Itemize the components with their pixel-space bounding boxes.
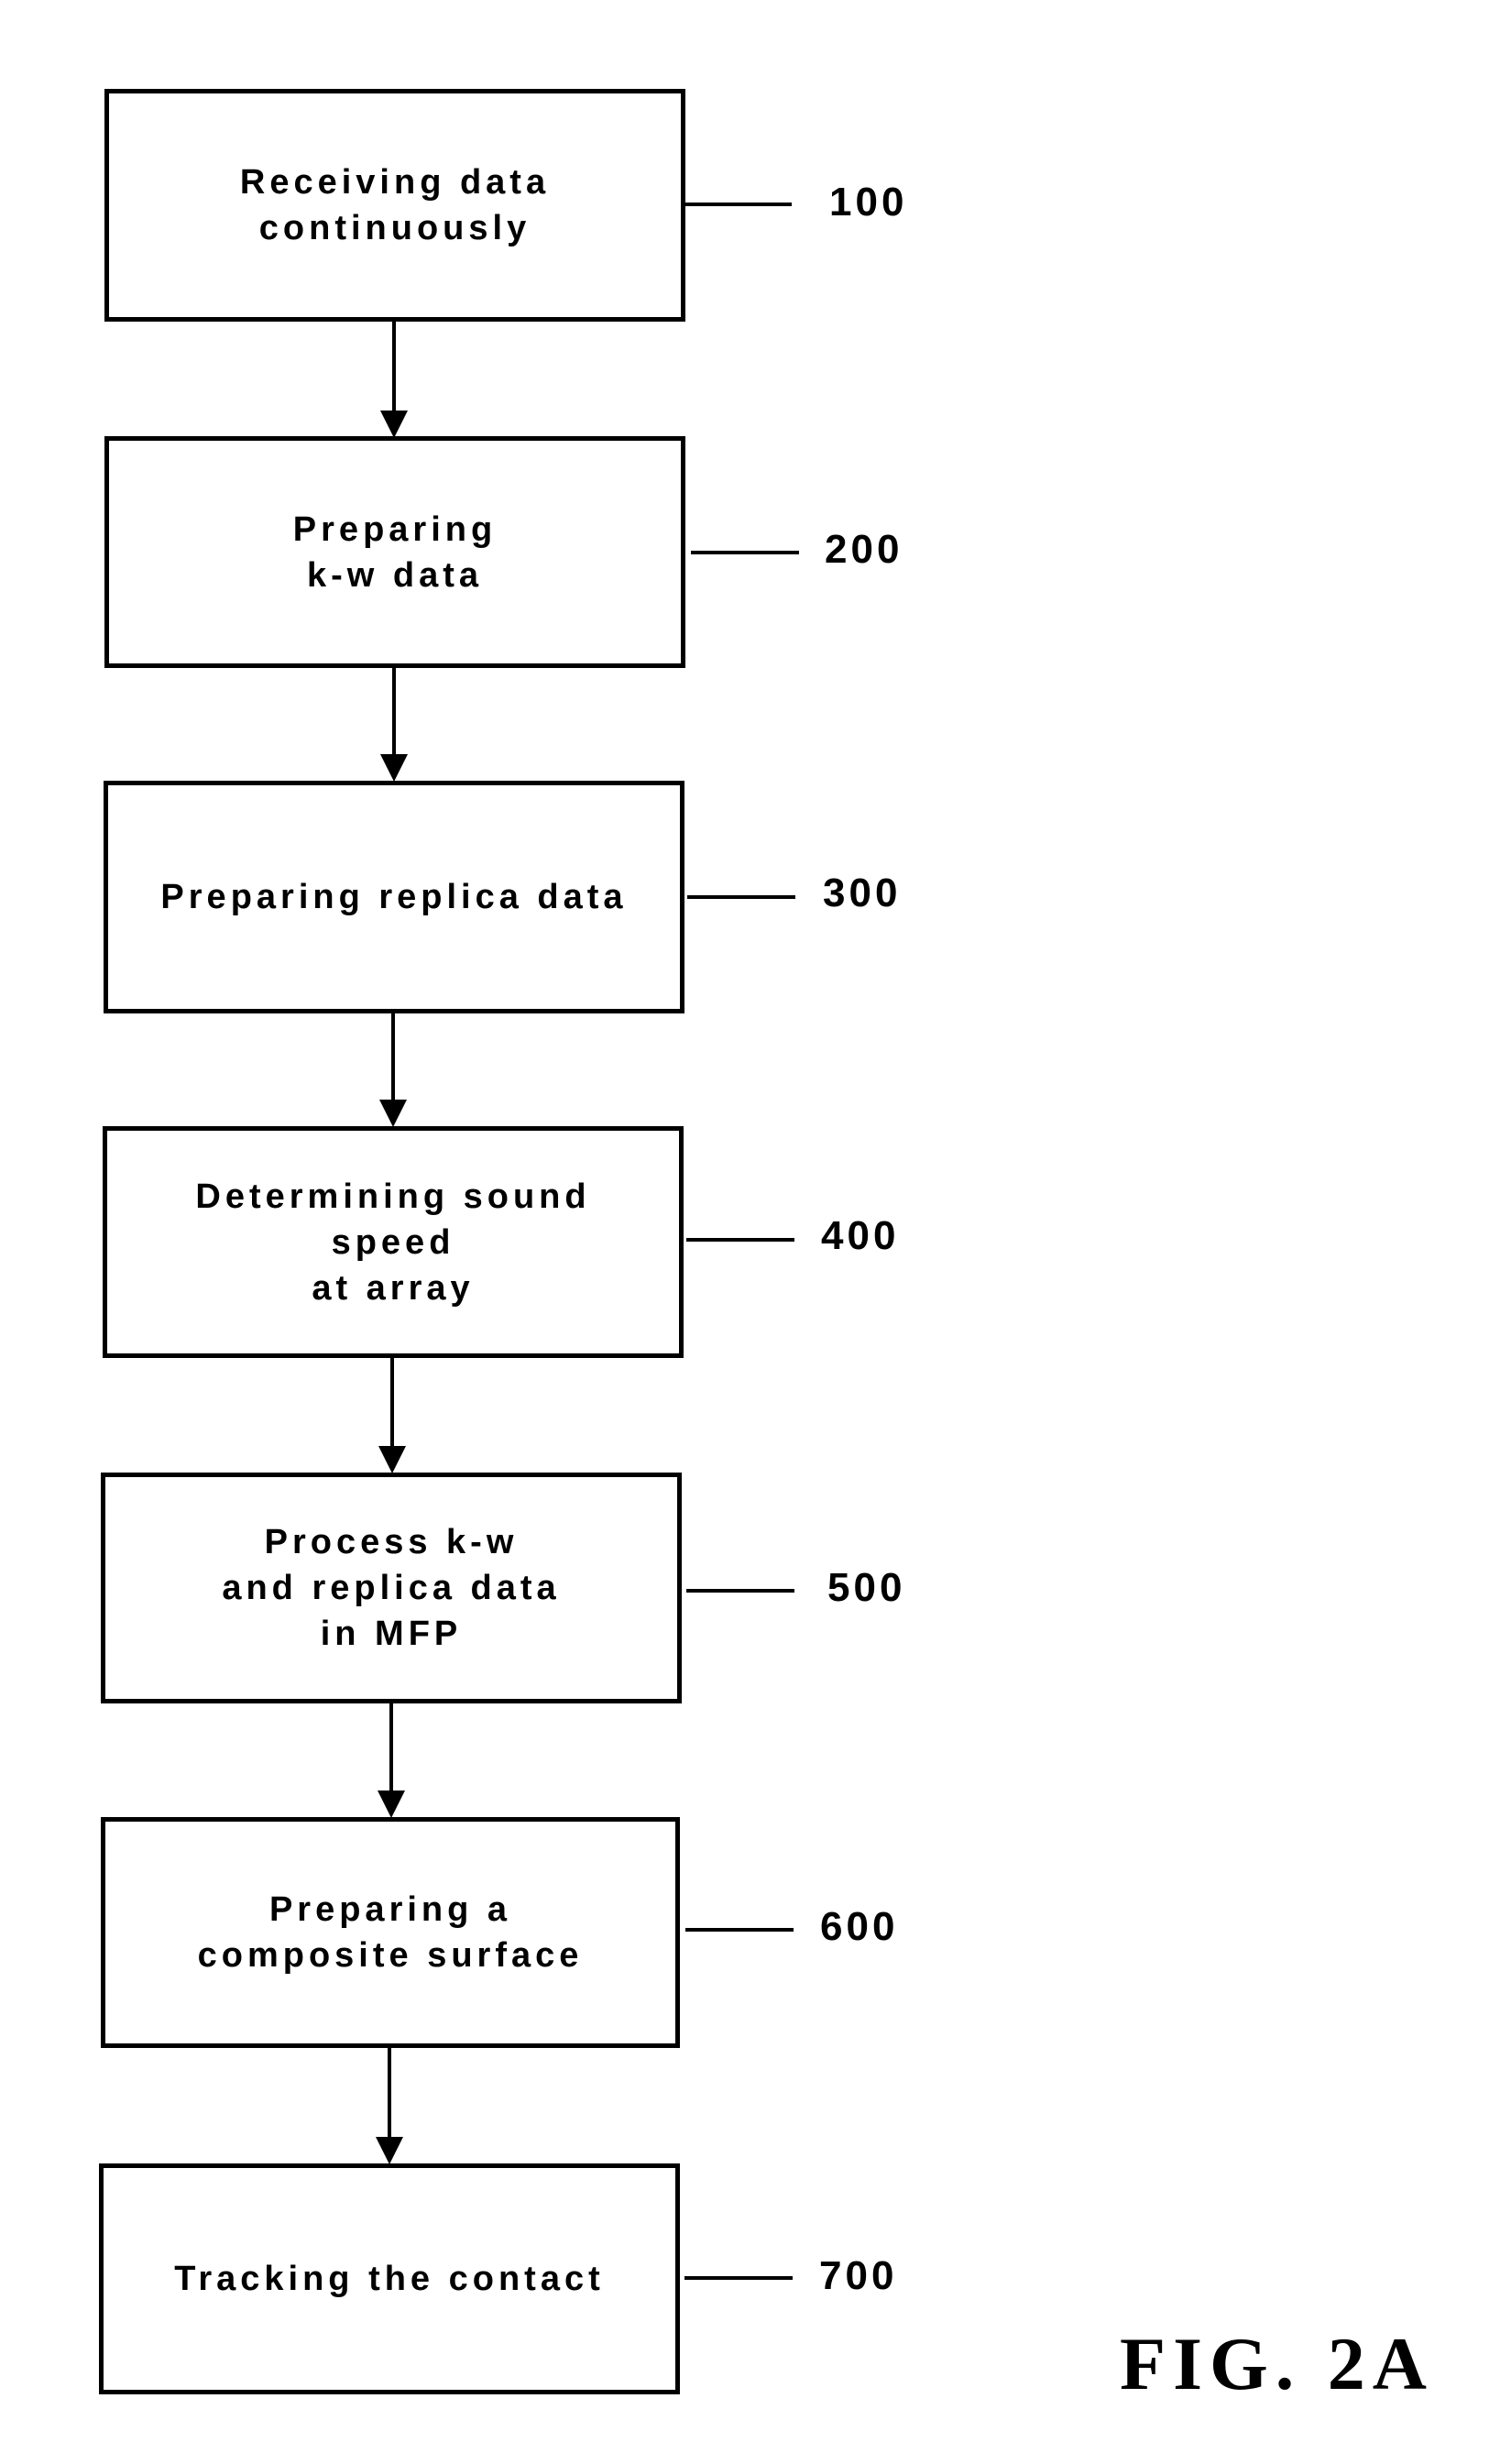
leader-line xyxy=(686,1238,794,1242)
leader-line xyxy=(685,203,792,206)
connector-line xyxy=(392,668,396,755)
connector-line xyxy=(392,322,396,413)
reference-numeral: 400 xyxy=(821,1213,900,1258)
step-box-tracking-contact: Tracking the contact xyxy=(99,2163,680,2394)
arrowhead-icon xyxy=(378,1791,405,1818)
reference-numeral: 500 xyxy=(827,1565,906,1610)
reference-numeral: 700 xyxy=(819,2253,898,2298)
step-text: Process k-w and replica data in MFP xyxy=(222,1523,561,1653)
reference-numeral: 200 xyxy=(825,527,903,572)
step-box-preparing-kw-data: Preparing k-w data xyxy=(104,436,685,668)
step-box-determining-sound-speed: Determining sound speed at array xyxy=(103,1126,684,1358)
reference-numeral: 100 xyxy=(829,180,908,224)
connector-line xyxy=(391,1013,395,1101)
leader-line xyxy=(684,2276,793,2280)
arrowhead-icon xyxy=(378,1446,406,1473)
connector-line xyxy=(390,1358,394,1447)
figure-label: FIG. 2A xyxy=(1120,2322,1434,2405)
leader-line xyxy=(685,1928,794,1932)
connector-line xyxy=(389,1703,393,1791)
connector-line xyxy=(388,2048,391,2138)
step-text: Determining sound speed at array xyxy=(195,1177,591,1308)
step-text: Preparing replica data xyxy=(160,878,628,916)
step-box-composite-surface: Preparing a composite surface xyxy=(101,1817,680,2048)
step-box-process-mfp: Process k-w and replica data in MFP xyxy=(101,1473,682,1703)
step-text: Preparing a composite surface xyxy=(197,1890,584,1975)
step-text: Tracking the contact xyxy=(174,2260,605,2298)
leader-line xyxy=(691,551,799,554)
reference-numeral: 600 xyxy=(820,1904,899,1949)
arrowhead-icon xyxy=(380,754,408,782)
leader-line xyxy=(687,895,795,899)
leader-line xyxy=(686,1589,794,1593)
step-text: Receiving data continuously xyxy=(239,163,551,247)
arrowhead-icon xyxy=(380,411,408,438)
arrowhead-icon xyxy=(376,2137,403,2164)
reference-numeral: 300 xyxy=(823,871,902,915)
step-text: Preparing k-w data xyxy=(292,509,498,595)
arrowhead-icon xyxy=(379,1100,407,1127)
step-box-receiving-data: Receiving data continuously xyxy=(104,89,685,322)
step-box-preparing-replica-data: Preparing replica data xyxy=(104,781,684,1013)
